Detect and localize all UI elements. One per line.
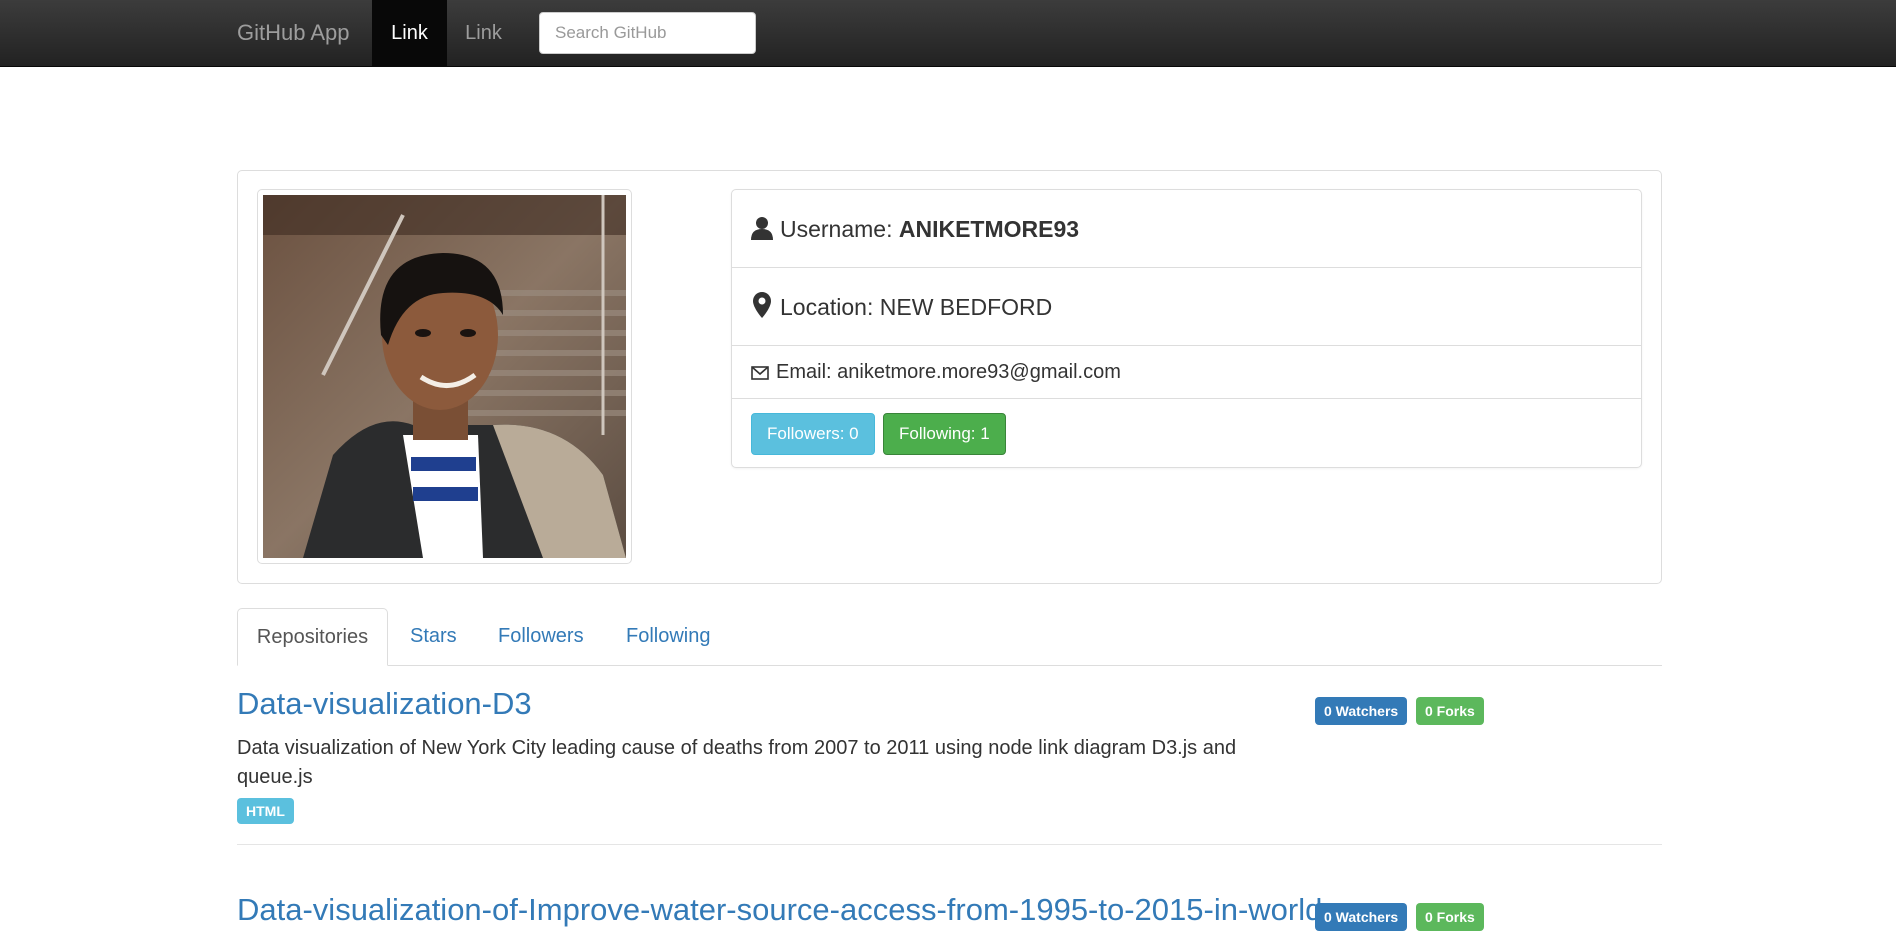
map-marker-icon — [753, 292, 771, 318]
email-label: Email: — [776, 361, 838, 383]
watchers-badge: 0 Watchers — [1315, 903, 1408, 931]
tab-stars[interactable]: Stars — [410, 608, 457, 665]
follow-buttons-row: Followers: 0 Following: 1 — [732, 399, 1641, 467]
following-button[interactable]: Following: 1 — [883, 413, 1006, 455]
nav-link-2[interactable]: Link — [447, 0, 520, 66]
location-value: NEW BEDFORD — [879, 294, 1053, 320]
followers-button[interactable]: Followers: 0 — [751, 413, 875, 455]
tab-following[interactable]: Following — [626, 608, 710, 665]
user-icon — [751, 217, 773, 240]
envelope-icon — [751, 366, 769, 380]
email-row: Email: aniketmore.more93@gmail.com — [732, 346, 1641, 399]
app-brand[interactable]: GitHub App — [237, 0, 350, 66]
nav-link-1[interactable]: Link — [372, 0, 447, 66]
search-input[interactable] — [539, 12, 756, 54]
watchers-badge: 0 Watchers — [1315, 697, 1408, 725]
location-row: Location: NEW BEDFORD — [732, 268, 1641, 346]
profile-info-list: Username: ANIKETMORE93 Location: NEW BED… — [731, 189, 1642, 468]
email-value: aniketmore.more93@gmail.com — [837, 361, 1121, 383]
repo-description: Data visualization of New York City lead… — [237, 737, 1237, 788]
username-label: Username: — [780, 216, 899, 242]
top-navbar: GitHub App Link Link — [0, 0, 1896, 67]
repo-divider — [237, 844, 1662, 845]
location-text: Location: NEW BEDFORD — [780, 268, 1052, 346]
forks-badge: 0 Forks — [1416, 697, 1484, 725]
email-text: Email: aniketmore.more93@gmail.com — [776, 346, 1121, 399]
repo-title-link[interactable]: Data-visualization-D3 — [237, 686, 532, 722]
location-label: Location: — [780, 294, 880, 320]
tab-followers[interactable]: Followers — [498, 608, 584, 665]
avatar — [257, 189, 632, 564]
forks-badge: 0 Forks — [1416, 903, 1484, 931]
username-row: Username: ANIKETMORE93 — [732, 190, 1641, 268]
username-text: Username: ANIKETMORE93 — [780, 190, 1079, 268]
repo-title-link[interactable]: Data-visualization-of-Improve-water-sour… — [237, 892, 1322, 928]
language-badge: HTML — [237, 798, 294, 824]
tab-bar: Repositories Stars Followers Following — [237, 608, 1662, 666]
avatar-photo — [263, 195, 626, 558]
tab-repositories[interactable]: Repositories — [237, 608, 388, 666]
username-value: ANIKETMORE93 — [898, 216, 1080, 242]
